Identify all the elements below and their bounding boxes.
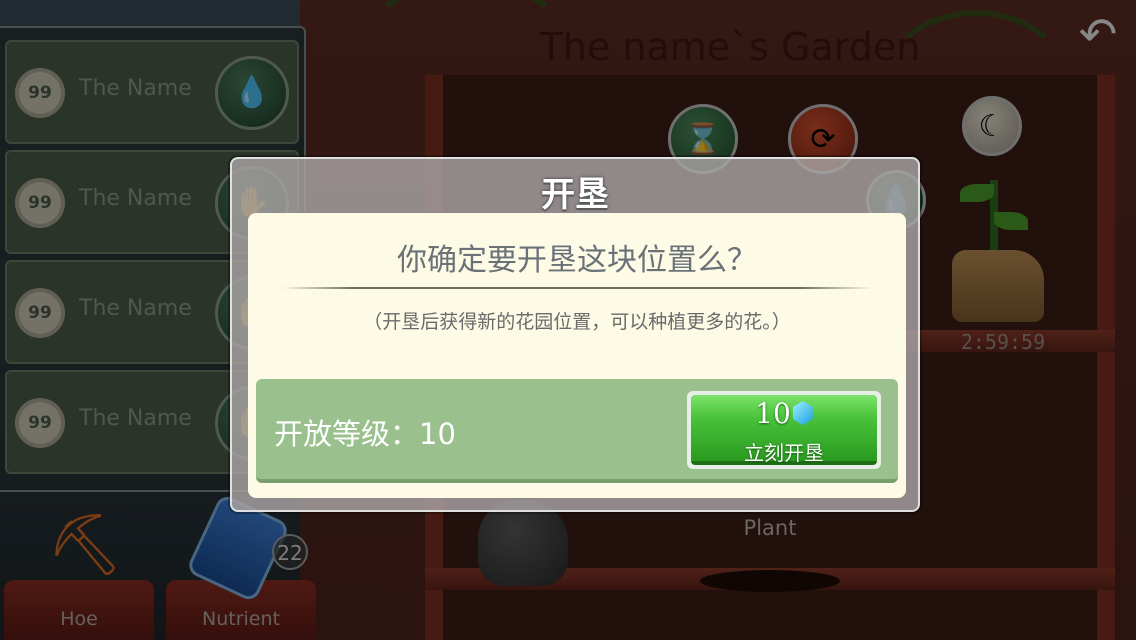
cultivate-button-label: 立刻开垦 xyxy=(744,441,824,465)
dialog-body: 你确定要开垦这块位置么？ （开垦后获得新的花园位置，可以种植更多的花。） 开放等… xyxy=(248,213,906,498)
unlock-level-text: 开放等级：10 xyxy=(274,417,456,451)
cultivate-button-face[interactable]: 10 立刻开垦 xyxy=(691,395,877,465)
cultivate-dialog: 开垦 你确定要开垦这块位置么？ （开垦后获得新的花园位置，可以种植更多的花。） … xyxy=(230,157,920,512)
gem-icon xyxy=(792,401,813,425)
dialog-note: （开垦后获得新的花园位置，可以种植更多的花。） xyxy=(363,311,791,333)
cost-value: 10 xyxy=(755,397,791,430)
cost-display: 10 xyxy=(691,397,877,430)
dialog-title: 开垦 xyxy=(541,175,609,215)
divider xyxy=(282,287,872,289)
confirm-question: 你确定要开垦这块位置么？ xyxy=(397,243,757,278)
dialog-footer: 开放等级：10 10 立刻开垦 xyxy=(256,379,898,483)
cultivate-now-button[interactable]: 10 立刻开垦 xyxy=(687,391,881,469)
